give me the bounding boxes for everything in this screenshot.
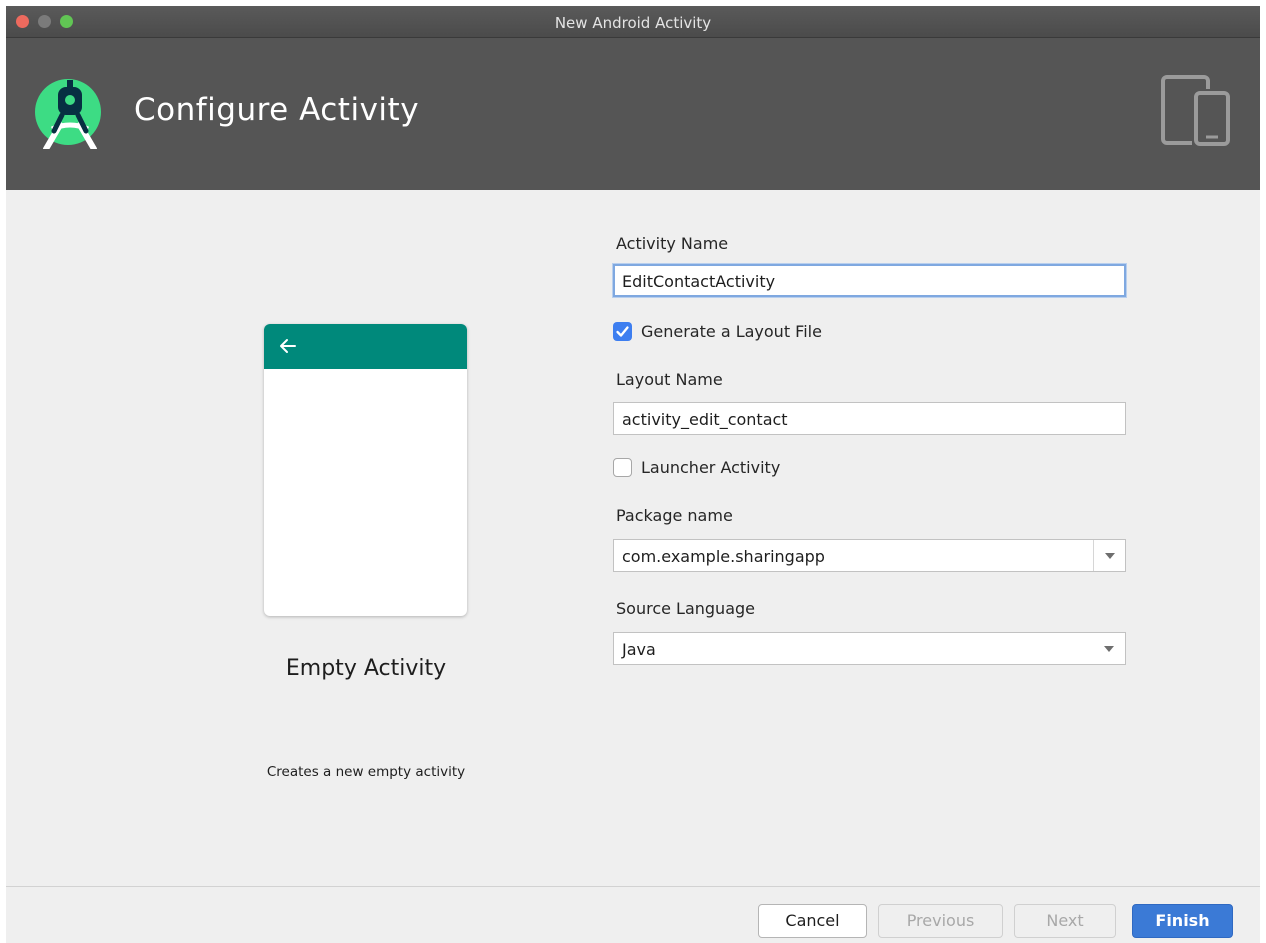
title-bar: New Android Activity: [6, 6, 1260, 38]
window-title: New Android Activity: [554, 14, 712, 32]
launcher-activity-label: Launcher Activity: [641, 458, 781, 477]
checkmark-icon: [616, 326, 629, 337]
package-name-label: Package name: [616, 506, 733, 525]
tablet-phone-icon: [1161, 75, 1230, 146]
package-name-dropdown-button[interactable]: [1093, 540, 1125, 571]
back-arrow-icon: [280, 339, 296, 353]
layout-name-input[interactable]: activity_edit_contact: [613, 402, 1126, 435]
android-studio-logo-icon: [35, 79, 101, 149]
dropdown-arrow-icon: [1104, 646, 1114, 652]
generate-layout-label: Generate a Layout File: [641, 322, 822, 341]
cancel-button[interactable]: Cancel: [758, 904, 867, 938]
package-name-combobox[interactable]: com.example.sharingapp: [613, 539, 1126, 572]
new-android-activity-window: New Android Activity Configure Activity …: [6, 6, 1260, 943]
source-language-select[interactable]: Java: [613, 632, 1126, 665]
preview-app-bar: [264, 324, 467, 369]
source-language-label: Source Language: [616, 599, 755, 618]
layout-name-label: Layout Name: [616, 370, 723, 389]
generate-layout-checkbox[interactable]: [613, 322, 632, 341]
footer-divider: [6, 886, 1260, 887]
finish-button[interactable]: Finish: [1132, 904, 1233, 938]
wizard-header: Configure Activity: [6, 38, 1260, 190]
launcher-activity-checkbox[interactable]: [613, 458, 632, 477]
dropdown-arrow-icon: [1105, 553, 1115, 559]
activity-preview-thumbnail: [264, 324, 467, 616]
activity-name-input[interactable]: EditContactActivity: [613, 264, 1126, 297]
activity-name-label: Activity Name: [616, 234, 729, 253]
next-button[interactable]: Next: [1014, 904, 1116, 938]
page-title: Configure Activity: [134, 92, 420, 128]
template-description: Creates a new empty activity: [266, 764, 466, 780]
template-name: Empty Activity: [285, 656, 447, 681]
source-language-value: Java: [622, 640, 656, 659]
package-name-value: com.example.sharingapp: [622, 547, 825, 566]
previous-button[interactable]: Previous: [878, 904, 1003, 938]
